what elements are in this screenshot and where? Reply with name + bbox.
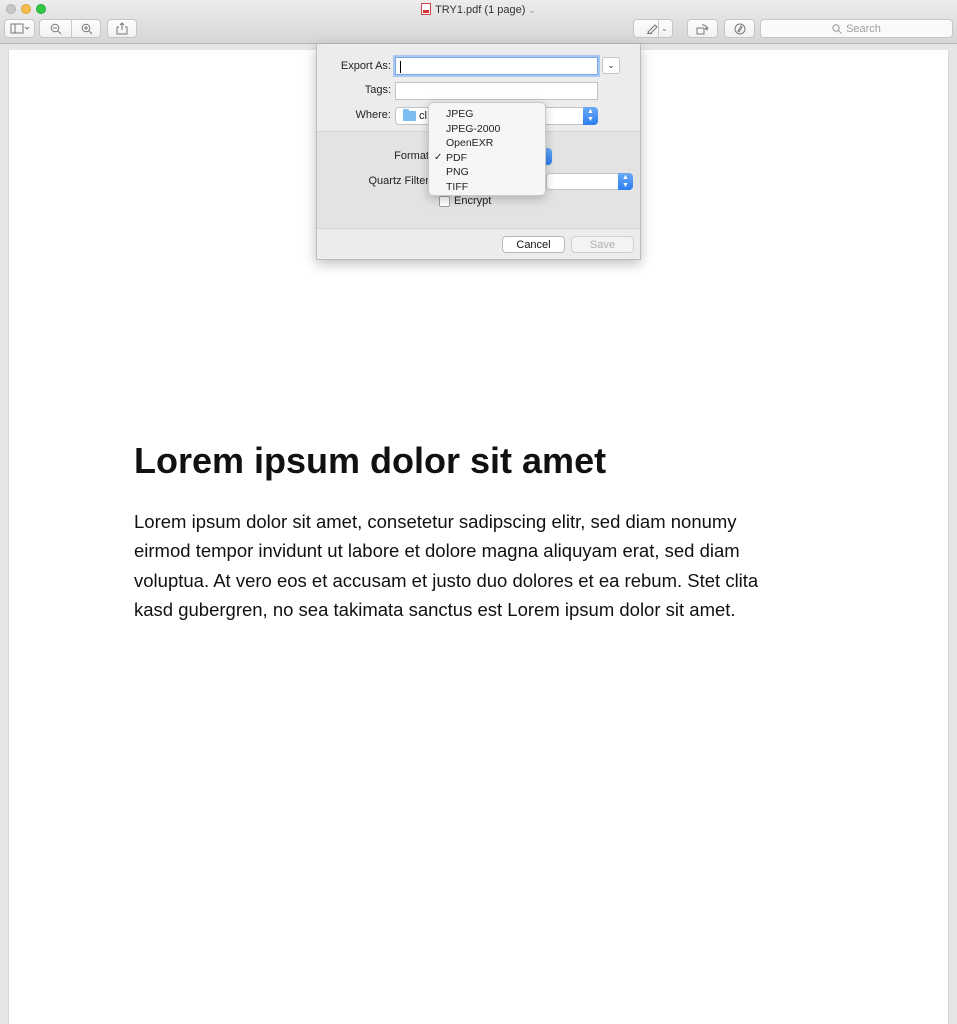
zoom-out-button[interactable]: [40, 23, 71, 35]
sidebar-toggle-button[interactable]: [4, 19, 35, 38]
search-field[interactable]: Search: [760, 19, 953, 38]
export-as-label: Export As:: [340, 60, 391, 72]
checkmark-icon: ✓: [434, 151, 443, 163]
zoom-in-button[interactable]: [71, 23, 102, 35]
markup-toolbar-button[interactable]: [724, 19, 755, 38]
paragraph-line: kasd gubergren, no sea takimata sanctus …: [134, 598, 736, 620]
paragraph-line: voluptua. At vero eos et accusam et just…: [134, 569, 759, 591]
format-menu: JPEG JPEG-2000 OpenEXR ✓ PDF PNG TIFF: [428, 102, 546, 196]
sidebar-icon: [10, 23, 29, 34]
format-option-jpeg[interactable]: JPEG: [429, 107, 545, 122]
chevron-down-icon[interactable]: ⌄: [661, 24, 668, 33]
format-option-tiff[interactable]: TIFF: [429, 180, 545, 195]
menu-item-label: JPEG: [446, 108, 474, 120]
menu-item-label: JPEG-2000: [446, 122, 501, 135]
rotate-icon: [696, 23, 709, 34]
pdf-file-icon: [421, 3, 432, 15]
menu-item-label: PDF: [446, 151, 467, 164]
export-as-input[interactable]: [395, 57, 598, 75]
paragraph-line: Lorem ipsum dolor sit amet, consetetur s…: [134, 511, 737, 532]
menu-item-label: TIFF: [446, 180, 469, 193]
zoom-in-icon: [81, 23, 92, 34]
where-value: cl: [419, 110, 427, 122]
folder-icon: [403, 109, 416, 121]
window-toolbar: TRY1.pdf (1 page) ⌄ ⌄ Search: [0, 0, 957, 44]
popup-stepper-icon: ▲ ▼: [583, 107, 598, 125]
quartz-filter-popup[interactable]: ▲ ▼: [546, 173, 633, 190]
expand-dialog-button[interactable]: ⌄: [602, 57, 620, 74]
format-option-png[interactable]: PNG: [429, 165, 545, 180]
document-paragraph: Lorem ipsum dolor sit amet, consetetur s…: [134, 507, 824, 624]
popup-stepper-icon: ▲ ▼: [618, 173, 633, 190]
quartz-filter-label: Quartz Filter: [368, 175, 429, 187]
encrypt-label: Encrypt: [454, 195, 492, 207]
encrypt-checkbox[interactable]: [439, 196, 450, 207]
share-button[interactable]: [107, 19, 137, 38]
window-title-text: TRY1.pdf (1 page): [435, 4, 526, 16]
save-button[interactable]: Save: [571, 236, 634, 253]
format-label: Format: [394, 150, 429, 162]
cancel-button[interactable]: Cancel: [502, 236, 565, 253]
tags-label: Tags:: [364, 84, 391, 96]
zoom-controls: [39, 19, 101, 38]
format-option-pdf[interactable]: ✓ PDF: [429, 151, 545, 166]
toolbar-divider: [658, 20, 659, 37]
search-placeholder: Search: [846, 22, 881, 35]
markup-circle-icon: [734, 23, 745, 34]
where-label: Where:: [355, 109, 391, 121]
chevron-down-icon: ⌄: [528, 5, 536, 15]
text-cursor: [400, 61, 401, 73]
paragraph-line: eirmod tempor invidunt ut labore et dolo…: [134, 540, 740, 562]
format-option-openexr[interactable]: OpenEXR: [429, 136, 545, 151]
document-heading: Lorem ipsum dolor sit amet: [134, 440, 607, 481]
section-divider: [317, 228, 640, 229]
window-title[interactable]: TRY1.pdf (1 page) ⌄: [0, 3, 957, 16]
markup-pen-button[interactable]: ⌄: [633, 19, 673, 38]
zoom-out-icon: [50, 23, 61, 34]
chevron-down-icon: ⌄: [607, 60, 615, 70]
format-option-jpeg-2000[interactable]: JPEG-2000: [429, 122, 545, 137]
rotate-button[interactable]: [687, 19, 718, 38]
tags-input[interactable]: [395, 82, 598, 100]
menu-item-label: PNG: [446, 166, 469, 179]
share-icon: [116, 22, 128, 35]
menu-item-label: OpenEXR: [446, 137, 494, 150]
search-icon: [832, 23, 842, 34]
